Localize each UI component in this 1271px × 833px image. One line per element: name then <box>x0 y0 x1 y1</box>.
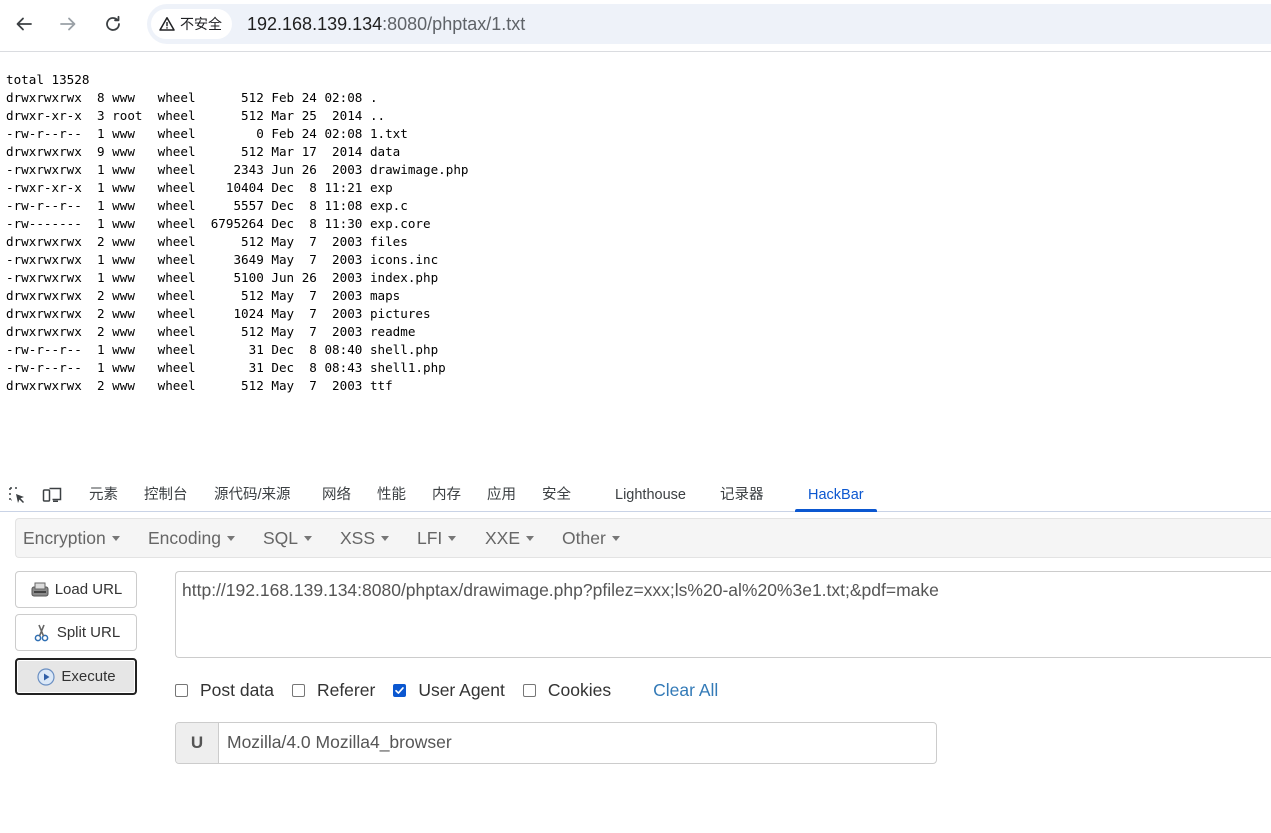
clear-all-link[interactable]: Clear All <box>653 680 718 701</box>
caret-down-icon <box>226 535 235 541</box>
options-row: Post data Referer User Agent Cookies Cle… <box>175 678 718 702</box>
menu-xxe[interactable]: XXE <box>485 519 535 557</box>
page-content: total 13528 drwxrwxrwx 8 www wheel 512 F… <box>0 53 1271 478</box>
load-url-button[interactable]: Load URL <box>15 571 137 608</box>
devtools-panel: 元素 控制台 源代码/来源 网络 性能 内存 应用 安全 Lighthouse … <box>0 478 1271 833</box>
user-agent-option[interactable]: User Agent <box>393 680 505 701</box>
load-url-label: Load URL <box>54 581 123 598</box>
caret-down-icon <box>111 535 120 541</box>
caret-down-icon <box>381 535 390 541</box>
user-agent-addon: U <box>176 723 219 763</box>
tab-hackbar[interactable]: HackBar <box>795 478 877 512</box>
reload-button[interactable] <box>98 10 128 38</box>
tab-security[interactable]: 安全 <box>542 478 571 512</box>
back-button[interactable] <box>9 10 39 38</box>
post-data-option[interactable]: Post data <box>175 680 274 701</box>
caret-down-icon <box>304 535 313 541</box>
arrow-left-icon <box>16 17 32 31</box>
tab-console[interactable]: 控制台 <box>144 478 188 512</box>
menu-encoding[interactable]: Encoding <box>148 519 235 557</box>
url-text[interactable]: 192.168.139.134:8080/phptax/1.txt <box>247 14 525 35</box>
devtools-tab-bar: 元素 控制台 源代码/来源 网络 性能 内存 应用 安全 Lighthouse … <box>0 478 1271 512</box>
warning-icon <box>159 17 175 31</box>
url-path: :8080/phptax/1.txt <box>382 14 526 34</box>
referer-checkbox[interactable] <box>291 683 305 697</box>
load-icon <box>31 582 49 596</box>
caret-down-icon <box>611 535 620 541</box>
cookies-label: Cookies <box>547 679 612 700</box>
menu-encryption-label: Encryption <box>23 528 106 548</box>
tab-network[interactable]: 网络 <box>322 478 351 512</box>
hackbar-menu: Encryption Encoding SQL XSS LFI XXE Othe… <box>15 518 1271 558</box>
split-url-label: Split URL <box>56 624 121 641</box>
check-icon <box>395 686 405 694</box>
user-agent-input[interactable]: Mozilla/4.0 Mozilla4_browser <box>227 732 452 753</box>
split-url-button[interactable]: Split URL <box>15 614 137 651</box>
url-host: 192.168.139.134 <box>247 14 383 34</box>
user-agent-input-group: U Mozilla/4.0 Mozilla4_browser <box>175 722 937 764</box>
security-indicator[interactable]: 不安全 <box>151 9 232 39</box>
tab-performance[interactable]: 性能 <box>377 478 406 512</box>
menu-xxe-label: XXE <box>485 528 521 548</box>
caret-down-icon <box>448 535 457 541</box>
address-bar[interactable]: 不安全 192.168.139.134:8080/phptax/1.txt <box>147 4 1271 44</box>
execute-label: Execute <box>61 668 116 685</box>
security-label: 不安全 <box>180 16 222 32</box>
play-icon <box>37 667 55 686</box>
user-agent-checkbox[interactable] <box>393 683 407 697</box>
directory-listing: total 13528 drwxrwxrwx 8 www wheel 512 F… <box>6 72 469 393</box>
hackbar-panel: Encryption Encoding SQL XSS LFI XXE Othe… <box>0 512 1271 833</box>
browser-toolbar: 不安全 192.168.139.134:8080/phptax/1.txt <box>0 0 1271 52</box>
cookies-checkbox[interactable] <box>522 683 536 697</box>
post-data-label: Post data <box>200 679 274 700</box>
caret-down-icon <box>526 535 535 541</box>
execute-button[interactable]: Execute <box>15 658 137 695</box>
tab-hackbar-label: HackBar <box>808 487 864 503</box>
reload-icon <box>106 15 120 31</box>
menu-other-label: Other <box>562 528 606 548</box>
cookies-option[interactable]: Cookies <box>522 679 612 701</box>
tab-memory[interactable]: 内存 <box>432 478 461 512</box>
tab-lighthouse[interactable]: Lighthouse <box>615 478 686 512</box>
tab-application[interactable]: 应用 <box>487 478 516 512</box>
device-toolbar-button[interactable] <box>41 485 63 505</box>
menu-sql-label: SQL <box>263 528 299 548</box>
inspect-element-button[interactable] <box>6 485 28 505</box>
tab-recorder[interactable]: 记录器 <box>720 478 764 512</box>
forward-button[interactable] <box>53 10 83 38</box>
referer-option[interactable]: Referer <box>291 679 376 701</box>
menu-encryption[interactable]: Encryption <box>23 519 120 557</box>
post-data-checkbox[interactable] <box>175 683 188 697</box>
menu-sql[interactable]: SQL <box>263 519 313 557</box>
url-textarea[interactable]: http://192.168.139.134:8080/phptax/drawi… <box>175 571 1271 658</box>
menu-lfi-label: LFI <box>417 528 443 548</box>
menu-other[interactable]: Other <box>562 519 620 557</box>
device-toggle-icon <box>42 487 62 502</box>
menu-lfi[interactable]: LFI <box>417 519 457 557</box>
tab-sources[interactable]: 源代码/来源 <box>214 478 291 512</box>
referer-label: Referer <box>316 679 376 700</box>
menu-encoding-label: Encoding <box>148 528 221 548</box>
arrow-right-icon <box>60 17 76 31</box>
menu-xss[interactable]: XSS <box>340 519 390 557</box>
select-element-icon <box>9 487 24 503</box>
user-agent-label: User Agent <box>418 679 505 700</box>
menu-xss-label: XSS <box>340 528 376 548</box>
tab-elements[interactable]: 元素 <box>89 478 118 512</box>
scissors-icon <box>34 624 49 641</box>
